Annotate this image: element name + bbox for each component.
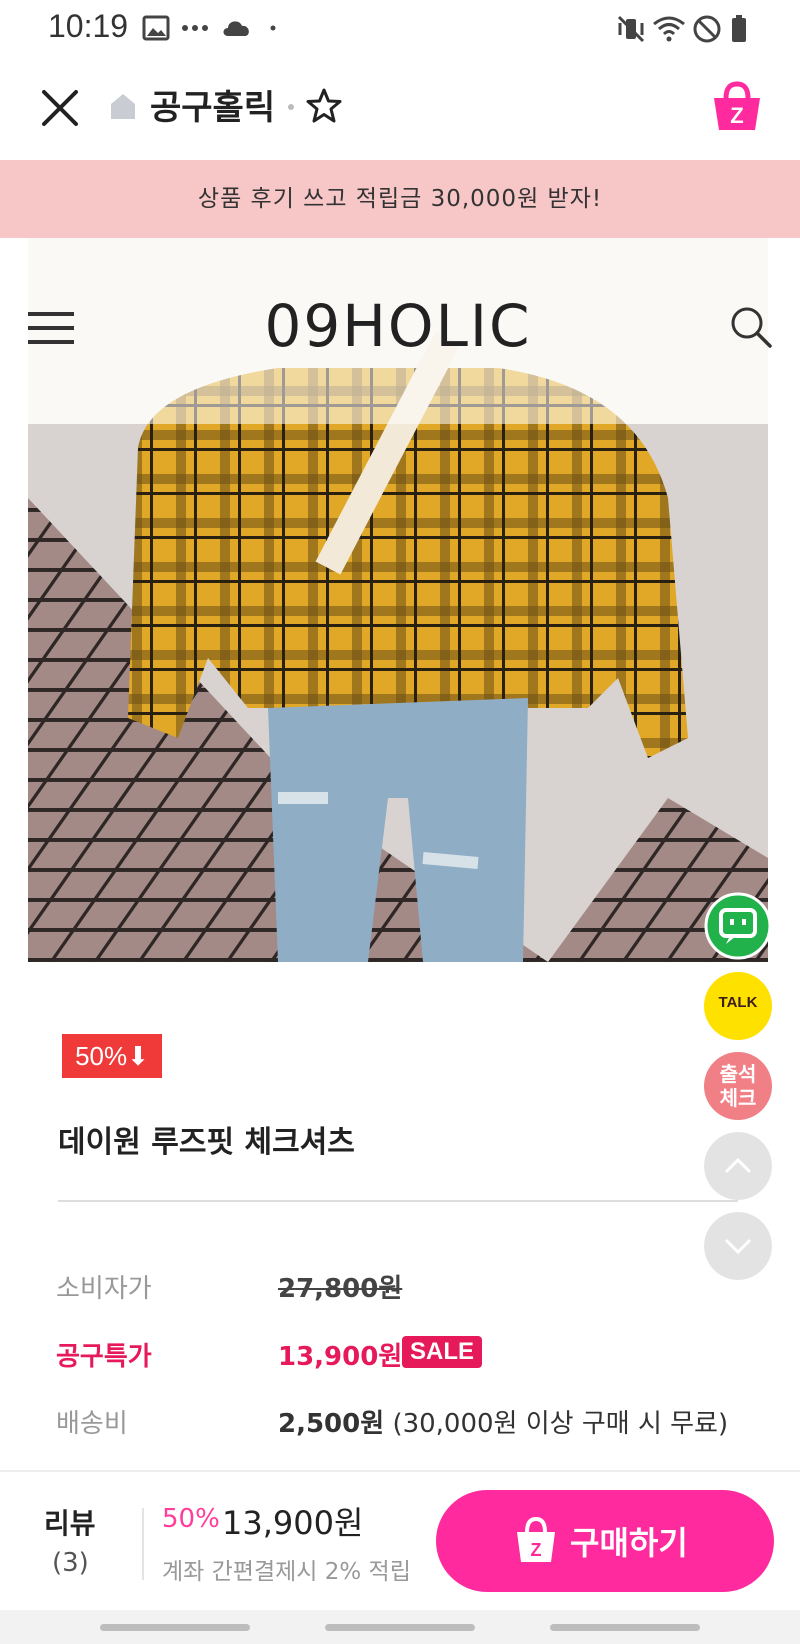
close-icon[interactable] [40, 88, 80, 128]
vertical-divider [142, 1508, 144, 1580]
battery-icon [732, 15, 746, 42]
shipping-note: (30,000원 이상 구매 시 무료) [392, 1409, 729, 1439]
do-not-disturb-icon [693, 15, 721, 43]
clock: 10:19 [48, 8, 129, 44]
attendance-label: 출석 체크 [719, 1062, 757, 1110]
app-header: 공구홀릭 Z [0, 58, 800, 158]
scroll-down-button[interactable] [704, 1212, 772, 1280]
payment-note: 계좌 간편결제시 2% 적립 [162, 1559, 411, 1585]
svg-text:Z: Z [730, 103, 743, 128]
nav-home[interactable] [325, 1624, 475, 1631]
cart-icon[interactable]: Z [708, 78, 766, 136]
shipping-value: 2,500원 [278, 1409, 385, 1439]
image-icon [142, 15, 170, 41]
wifi-icon [653, 16, 685, 42]
mute-vibrate-icon [617, 15, 645, 43]
nav-back[interactable] [550, 1624, 700, 1631]
dot-icon [270, 25, 276, 31]
discount-badge: 50%⬇ [62, 1034, 162, 1078]
consumer-price: 27,800원 [278, 1274, 403, 1304]
shipping-label: 배송비 [56, 1409, 128, 1439]
buy-button-label: 구매하기 [570, 1524, 688, 1562]
status-bar: 10:19 [0, 0, 800, 58]
consumer-price-label: 소비자가 [56, 1274, 152, 1304]
nav-recent[interactable] [100, 1624, 250, 1631]
shipping-fee: 2,500원 (30,000원 이상 구매 시 무료) [278, 1403, 728, 1440]
attendance-check-button[interactable]: 출석 체크 [704, 1052, 772, 1120]
review-label[interactable]: 리뷰 [44, 1502, 96, 1542]
bottom-price: 13,900원 [222, 1504, 364, 1542]
sale-tag: SALE [402, 1336, 483, 1368]
shop-header: 09HOLIC [28, 238, 772, 424]
store-name[interactable]: 공구홀릭 [150, 80, 275, 129]
bottom-discount-pct: 50% [162, 1504, 220, 1534]
chat-button[interactable] [704, 892, 772, 960]
product-title: 데이원 루즈핏 체크셔츠 [58, 1125, 355, 1160]
system-nav-bar [0, 1610, 800, 1644]
search-icon[interactable] [728, 304, 774, 350]
cloud-icon [223, 21, 249, 36]
cart-icon: Z [517, 1516, 555, 1562]
talk-label: TALK [718, 994, 758, 1011]
group-price-label: 공구특가 [56, 1342, 152, 1372]
star-icon[interactable] [304, 86, 344, 126]
svg-text:Z: Z [531, 1540, 542, 1560]
divider [58, 1200, 738, 1202]
promo-banner[interactable]: 상품 후기 쓰고 적립금 30,000원 받자! [0, 160, 800, 238]
group-price: 13,900원 [278, 1342, 403, 1372]
kakao-talk-button[interactable]: TALK [704, 972, 772, 1040]
store-home-icon [111, 94, 135, 119]
buy-button[interactable]: Z 구매하기 [436, 1490, 774, 1592]
review-count[interactable]: (3) [52, 1548, 89, 1578]
scroll-up-button[interactable] [704, 1132, 772, 1200]
more-dots-icon [182, 25, 208, 31]
bottom-purchase-bar: 리뷰 (3) 50% 13,900원 계좌 간편결제시 2% 적립 Z 구매하기 [0, 1470, 800, 1612]
shop-brand-logo[interactable]: 09HOLIC [28, 292, 768, 360]
separator-dot [288, 104, 294, 110]
